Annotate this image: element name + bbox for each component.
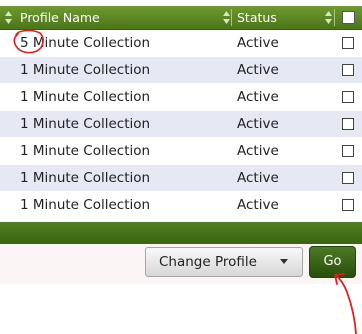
profile-name-cell: 1 Minute Collection bbox=[20, 116, 151, 132]
row-checkbox[interactable] bbox=[342, 91, 354, 103]
status-cell: Active bbox=[237, 116, 279, 132]
go-button[interactable]: Go bbox=[309, 246, 356, 278]
row-checkbox[interactable] bbox=[342, 37, 354, 49]
profile-table: Profile Name Status 5 Minute Collection bbox=[0, 0, 362, 246]
table-body: 5 Minute Collection Active 1 Minute Coll… bbox=[0, 30, 362, 219]
row-checkbox[interactable] bbox=[342, 172, 354, 184]
row-checkbox[interactable] bbox=[342, 118, 354, 130]
select-all-checkbox[interactable] bbox=[342, 11, 355, 24]
chevron-down-icon bbox=[280, 259, 288, 264]
change-profile-select-value: Change Profile bbox=[159, 254, 257, 270]
table-row[interactable]: 1 Minute Collection Active bbox=[0, 84, 362, 111]
profile-name-cell: 1 Minute Collection bbox=[20, 62, 151, 78]
row-checkbox[interactable] bbox=[342, 199, 354, 211]
column-label-status: Status bbox=[237, 10, 277, 25]
row-checkbox[interactable] bbox=[342, 145, 354, 157]
profile-name-cell: 1 Minute Collection bbox=[20, 170, 151, 186]
profile-name-cell: 5 Minute Collection bbox=[20, 35, 151, 51]
column-label-profile-name: Profile Name bbox=[20, 10, 100, 25]
sort-icon bbox=[5, 11, 12, 24]
status-cell: Active bbox=[237, 197, 279, 213]
sort-icon bbox=[223, 11, 230, 24]
table-row[interactable]: 1 Minute Collection Active bbox=[0, 165, 362, 192]
table-row[interactable]: 1 Minute Collection Active bbox=[0, 192, 362, 219]
table-row[interactable]: 1 Minute Collection Active bbox=[0, 138, 362, 165]
table-row[interactable]: 1 Minute Collection Active bbox=[0, 111, 362, 138]
table-header: Profile Name Status bbox=[0, 6, 362, 30]
profile-name-cell: 1 Minute Collection bbox=[20, 89, 151, 105]
column-divider bbox=[334, 9, 335, 26]
status-cell: Active bbox=[237, 143, 279, 159]
sort-icon bbox=[325, 11, 332, 24]
column-header-profile-name[interactable]: Profile Name bbox=[0, 6, 231, 29]
profile-manager: Profile Name Status 5 Minute Collection bbox=[0, 0, 362, 334]
status-cell: Active bbox=[237, 89, 279, 105]
row-checkbox[interactable] bbox=[342, 64, 354, 76]
table-row[interactable]: 1 Minute Collection Active bbox=[0, 57, 362, 84]
change-profile-select[interactable]: Change Profile bbox=[145, 247, 303, 277]
profile-name-cell: 1 Minute Collection bbox=[20, 143, 151, 159]
profile-name-cell: 1 Minute Collection bbox=[20, 197, 151, 213]
table-footer-bar bbox=[0, 222, 362, 244]
action-bar: Change Profile Go bbox=[0, 244, 362, 284]
status-cell: Active bbox=[237, 170, 279, 186]
status-cell: Active bbox=[237, 62, 279, 78]
status-cell: Active bbox=[237, 35, 279, 51]
table-row[interactable]: 5 Minute Collection Active bbox=[0, 30, 362, 57]
column-header-status[interactable]: Status bbox=[223, 6, 334, 29]
